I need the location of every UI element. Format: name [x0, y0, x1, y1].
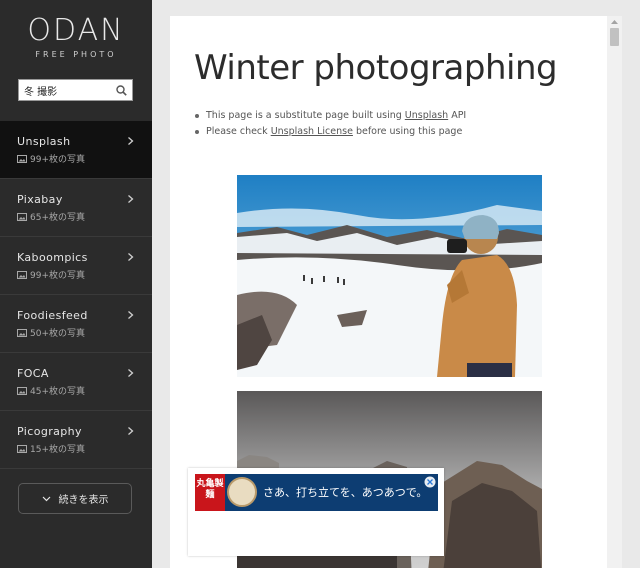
unsplash-license-link[interactable]: Unsplash License [271, 126, 353, 137]
scrollbar-thumb[interactable] [610, 28, 619, 46]
image-icon [17, 386, 27, 395]
nav-count-text: 50+枚の写真 [30, 329, 85, 339]
sidebar: ODAN FREE PHOTO Unsplash 99+枚の写真 Pixabay… [0, 0, 152, 568]
chevron-down-icon [42, 496, 50, 501]
nav-item-count: 15+枚の写真 [17, 442, 152, 455]
search-box [18, 79, 133, 101]
nav-count-text: 15+枚の写真 [30, 445, 85, 455]
nav-item-kaboompics[interactable]: Kaboompics 99+枚の写真 [0, 237, 152, 295]
logo-subtitle: FREE PHOTO [35, 50, 117, 59]
image-icon [17, 328, 27, 337]
page-title: Winter photographing [194, 48, 558, 88]
logo-title: ODAN [27, 13, 125, 48]
ad-brand-logo: 丸亀製麺 [195, 474, 225, 511]
unsplash-link[interactable]: Unsplash [405, 110, 448, 121]
ad-text: さあ、打ち立てを、あつあつで。 [263, 486, 428, 499]
show-more-button[interactable]: 続きを表示 [18, 483, 132, 514]
page-scrollbar[interactable] [607, 16, 622, 568]
nav-item-count: 65+枚の写真 [17, 210, 152, 223]
search-input[interactable] [19, 80, 111, 100]
nav-item-count: 99+枚の写真 [17, 268, 152, 281]
logo[interactable]: ODAN FREE PHOTO [0, 13, 152, 60]
show-more-label: 続きを表示 [58, 495, 109, 506]
nav-count-text: 65+枚の写真 [30, 213, 85, 223]
nav-item-count: 50+枚の写真 [17, 326, 152, 339]
advertisement[interactable]: 丸亀製麺 さあ、打ち立てを、あつあつで。 [188, 468, 444, 556]
ad-close-icon[interactable] [424, 476, 436, 488]
image-icon [17, 212, 27, 221]
nav-count-text: 99+枚の写真 [30, 155, 85, 165]
image-icon [17, 154, 27, 163]
chevron-right-icon [128, 253, 134, 261]
chevron-right-icon [128, 195, 134, 203]
nav-count-text: 99+枚の写真 [30, 271, 85, 281]
nav-item-picography[interactable]: Picography 15+枚の写真 [0, 411, 152, 469]
nav-item-pixabay[interactable]: Pixabay 65+枚の写真 [0, 179, 152, 237]
ad-banner[interactable]: 丸亀製麺 さあ、打ち立てを、あつあつで。 [195, 474, 438, 511]
image-icon [17, 270, 27, 279]
chevron-right-icon [128, 137, 134, 145]
nav-item-count: 45+枚の写真 [17, 384, 152, 397]
chevron-right-icon [128, 311, 134, 319]
nav-item-foodiesfeed[interactable]: Foodiesfeed 50+枚の写真 [0, 295, 152, 353]
scroll-up-arrow-icon[interactable] [607, 16, 622, 28]
image-icon [17, 444, 27, 453]
nav-count-text: 45+枚の写真 [30, 387, 85, 397]
nav-item-count: 99+枚の写真 [17, 152, 152, 165]
notes-list: This page is a substitute page built usi… [194, 108, 466, 140]
search-icon[interactable] [111, 80, 131, 100]
note-item: This page is a substitute page built usi… [194, 108, 466, 124]
nav-item-unsplash[interactable]: Unsplash 99+枚の写真 [0, 121, 152, 179]
photo-winter-photographer[interactable] [237, 175, 542, 377]
nav-item-foca[interactable]: FOCA 45+枚の写真 [0, 353, 152, 411]
chevron-right-icon [128, 369, 134, 377]
note-item: Please check Unsplash License before usi… [194, 124, 466, 140]
source-nav: Unsplash 99+枚の写真 Pixabay 65+枚の写真 Kaboomp… [0, 121, 152, 469]
chevron-right-icon [128, 427, 134, 435]
udon-bowl-image [227, 477, 257, 507]
